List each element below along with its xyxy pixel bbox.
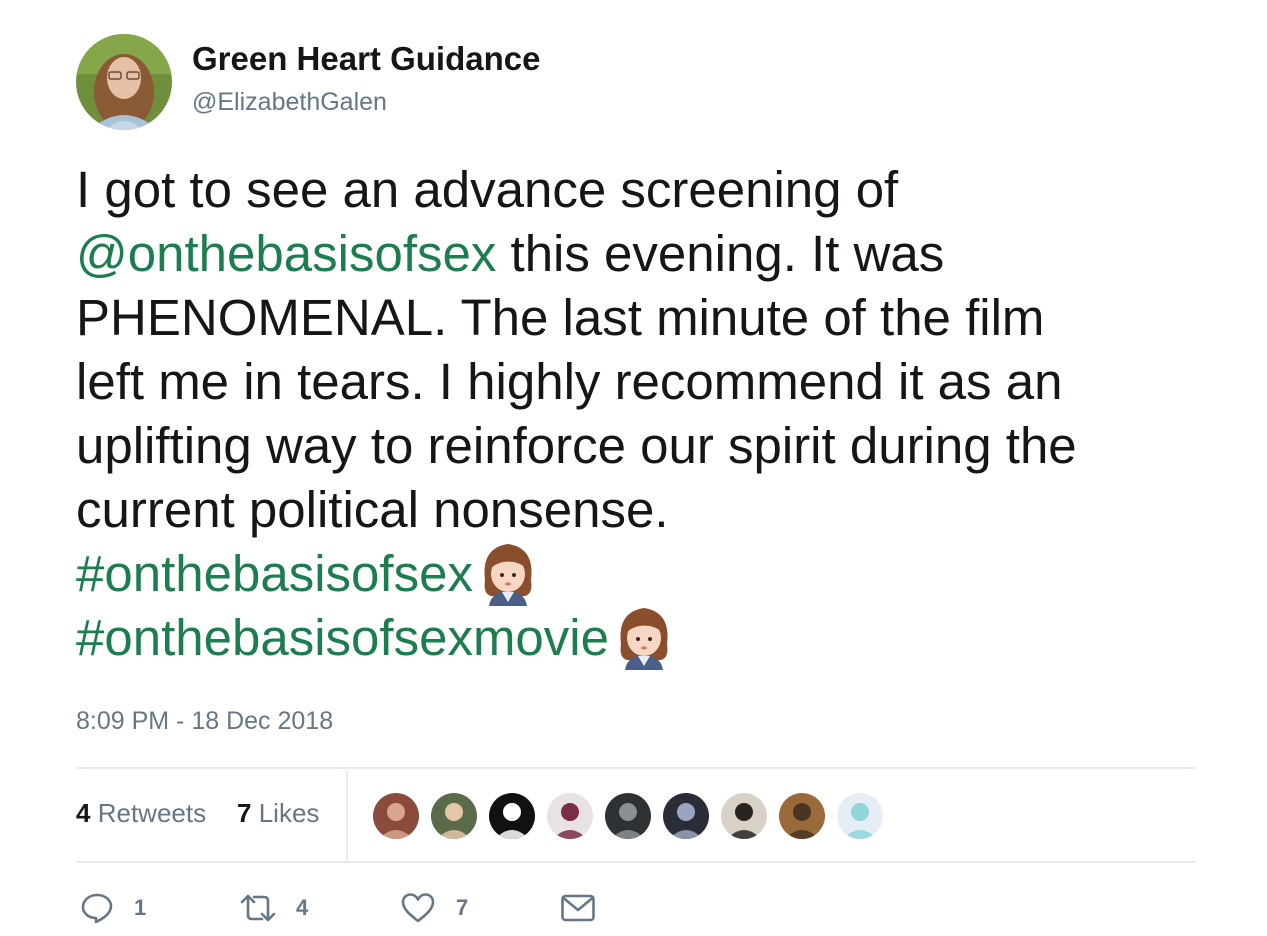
mention-link[interactable]: @onthebasisofsex bbox=[76, 225, 496, 282]
stats-top-divider bbox=[76, 767, 1196, 769]
liker-avatar-1[interactable] bbox=[371, 791, 421, 841]
tweet-timestamp[interactable]: 8:09 PM - 18 Dec 2018 bbox=[76, 707, 333, 736]
tweet-text-line: #onthebasisofsex bbox=[76, 542, 1236, 606]
direct-message-button[interactable] bbox=[560, 885, 596, 931]
tweet-text-line: I got to see an advance screening of bbox=[76, 158, 1236, 222]
retweet-icon bbox=[238, 891, 278, 925]
liker-avatar-5[interactable] bbox=[603, 791, 653, 841]
tweet-text-segment: left me in tears. I highly recommend it … bbox=[76, 353, 1063, 410]
tweet-text-segment: current political nonsense. bbox=[76, 481, 669, 538]
reply-count: 1 bbox=[134, 895, 147, 920]
retweets-stat[interactable]: 4 Retweets bbox=[76, 798, 206, 829]
envelope-icon bbox=[560, 893, 596, 923]
stats-bottom-divider bbox=[76, 861, 1196, 863]
tweet-text-line: uplifting way to reinforce our spirit du… bbox=[76, 414, 1236, 478]
tweet-actions: 1 4 7 bbox=[76, 885, 676, 931]
retweet-button[interactable]: 4 bbox=[238, 885, 308, 931]
tweet: Green Heart Guidance @ElizabethGalen I g… bbox=[0, 0, 1267, 936]
likes-count: 7 bbox=[237, 798, 252, 828]
tweet-text-line: @onthebasisofsex this evening. It was bbox=[76, 222, 1236, 286]
tweet-text-line: PHENOMENAL. The last minute of the film bbox=[76, 286, 1236, 350]
liker-avatar-2[interactable] bbox=[429, 791, 479, 841]
hashtag-link[interactable]: #onthebasisofsex bbox=[76, 545, 473, 602]
reply-button[interactable]: 1 bbox=[80, 885, 146, 931]
likes-label: Likes bbox=[258, 798, 320, 828]
woman-judge-emoji bbox=[609, 600, 679, 670]
liker-avatar-6[interactable] bbox=[661, 791, 711, 841]
retweets-label: Retweets bbox=[97, 798, 207, 828]
tweet-text-segment: this evening. It was bbox=[496, 225, 945, 282]
like-count: 7 bbox=[456, 895, 469, 920]
display-name[interactable]: Green Heart Guidance bbox=[192, 40, 540, 78]
heart-icon bbox=[400, 891, 436, 925]
tweet-text-line: current political nonsense. bbox=[76, 478, 1236, 542]
likes-stat[interactable]: 7 Likes bbox=[237, 798, 319, 829]
retweet-count: 4 bbox=[296, 895, 309, 920]
liker-avatar-7[interactable] bbox=[719, 791, 769, 841]
reply-icon bbox=[80, 891, 114, 925]
user-avatar[interactable] bbox=[76, 34, 172, 130]
tweet-text-segment: I got to see an advance screening of bbox=[76, 161, 899, 218]
stats-vertical-divider bbox=[346, 770, 348, 862]
liker-avatar-8[interactable] bbox=[777, 791, 827, 841]
liker-avatar-4[interactable] bbox=[545, 791, 595, 841]
like-button[interactable]: 7 bbox=[400, 885, 468, 931]
tweet-text-line: left me in tears. I highly recommend it … bbox=[76, 350, 1236, 414]
liker-avatar-3[interactable] bbox=[487, 791, 537, 841]
retweets-count: 4 bbox=[76, 798, 91, 828]
tweet-text-line: #onthebasisofsexmovie bbox=[76, 606, 1236, 670]
tweet-text-segment: uplifting way to reinforce our spirit du… bbox=[76, 417, 1077, 474]
tweet-stats: 4 Retweets 7 Likes bbox=[76, 770, 1196, 862]
tweet-text-segment: PHENOMENAL. The last minute of the film bbox=[76, 289, 1045, 346]
liker-avatar-9[interactable] bbox=[835, 791, 885, 841]
hashtag-link[interactable]: #onthebasisofsexmovie bbox=[76, 609, 609, 666]
user-handle[interactable]: @ElizabethGalen bbox=[192, 88, 387, 117]
tweet-text: I got to see an advance screening of @ont… bbox=[76, 158, 1236, 670]
woman-judge-emoji bbox=[473, 536, 543, 606]
